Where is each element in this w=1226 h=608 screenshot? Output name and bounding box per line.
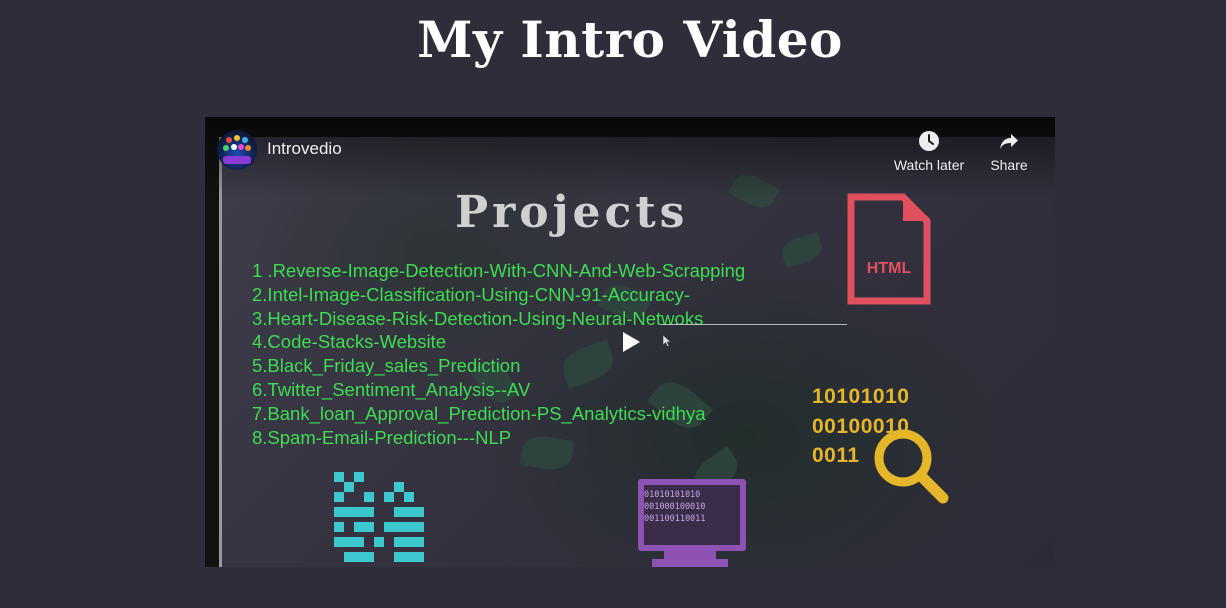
list-item: 7.Bank_loan_Approval_Prediction-PS_Analy… xyxy=(252,402,706,424)
list-item: 2.Intel-Image-Classification-Using-CNN-9… xyxy=(252,283,690,305)
computer-monitor-icon: 01010101010 001000100010 001100110011 xyxy=(634,475,746,567)
html-icon-label: HTML xyxy=(867,260,912,277)
pixel-grid-icon xyxy=(334,472,424,562)
channel-avatar[interactable] xyxy=(217,130,257,170)
html-file-icon: HTML xyxy=(847,193,931,305)
play-button[interactable] xyxy=(601,320,661,364)
youtube-player[interactable]: Projects 1 .Reverse-Image-Detection-With… xyxy=(205,117,1055,567)
share-arrow-icon xyxy=(1000,134,1018,149)
monitor-code: 01010101010 001000100010 001100110011 xyxy=(644,490,706,524)
list-item: 5.Black_Friday_sales_Prediction xyxy=(252,355,521,377)
list-item: 4.Code-Stacks-Website xyxy=(252,331,446,353)
play-icon xyxy=(623,332,640,352)
list-item: 6.Twitter_Sentiment_Analysis--AV xyxy=(252,378,531,400)
mouse-cursor-icon xyxy=(663,335,671,347)
share-label: Share xyxy=(990,157,1028,173)
page-title: My Intro Video xyxy=(417,10,843,69)
list-item: 1 .Reverse-Image-Detection-With-CNN-And-… xyxy=(252,260,746,281)
magnifier-icon xyxy=(874,429,949,504)
watch-later-label: Watch later xyxy=(893,157,965,173)
clock-icon xyxy=(919,131,939,151)
list-item: 3.Heart-Disease-Risk-Detection-Using-Neu… xyxy=(252,307,704,329)
watch-later-button[interactable]: Watch later xyxy=(887,129,971,173)
list-item: 8.Spam-Email-Prediction---NLP xyxy=(252,426,512,448)
binary-line: 10101010 xyxy=(812,385,910,408)
video-title[interactable]: Introvedio xyxy=(267,139,342,159)
project-list: 1 .Reverse-Image-Detection-With-CNN-And-… xyxy=(252,259,745,449)
share-button[interactable]: Share xyxy=(981,129,1037,173)
